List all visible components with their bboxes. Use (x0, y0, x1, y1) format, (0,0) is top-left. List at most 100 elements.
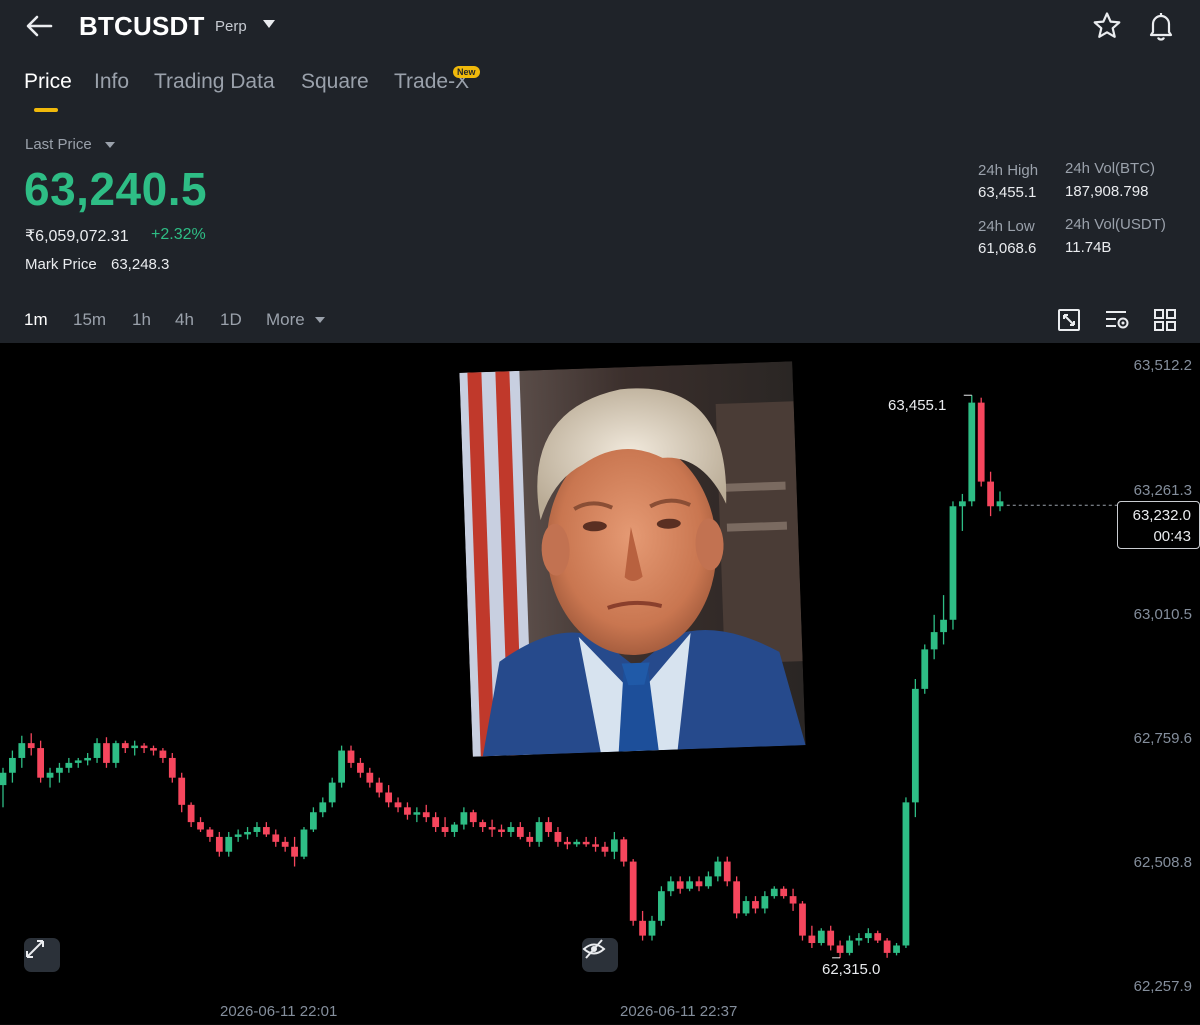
candle-body (940, 619, 947, 633)
candle-body (582, 841, 590, 845)
candle-body (347, 750, 355, 763)
candle-body (789, 896, 797, 904)
current-price-value: 63,232.0 (1132, 507, 1191, 524)
candle-body (930, 632, 938, 650)
candle-body (291, 846, 298, 857)
high-24h-value: 63,455.1 (978, 184, 1037, 201)
interval-1h[interactable]: 1h (132, 310, 151, 330)
high-24h-label: 24h High (978, 162, 1039, 179)
candle-body (328, 782, 336, 803)
vol-usdt-label: 24h Vol(USDT) (1065, 216, 1166, 233)
y-tick-label: 62,759.6 (1133, 730, 1192, 747)
contract-type-label[interactable]: Perp (215, 18, 247, 35)
last-price-label[interactable]: Last Price (25, 136, 92, 153)
candle-body (0, 772, 7, 786)
candle-body (752, 901, 759, 909)
min-price-label: 62,315.0 (822, 961, 881, 978)
interval-1m[interactable]: 1m (24, 310, 48, 330)
candle-body (864, 933, 872, 939)
new-badge: New (453, 66, 480, 78)
candle-body (9, 757, 16, 773)
change-percent: +2.32% (151, 226, 206, 243)
interval-4h[interactable]: 4h (175, 310, 194, 330)
candle-body (592, 844, 599, 847)
vol-btc-label: 24h Vol(BTC) (1065, 160, 1156, 177)
x-tick-label: 2026-06-11 22:01 (220, 1003, 338, 1020)
back-button[interactable] (22, 10, 56, 42)
tab-square[interactable]: Square (301, 70, 369, 94)
candle-body (244, 831, 251, 835)
candle-body (601, 846, 609, 852)
hide-overlay-button[interactable] (582, 938, 618, 972)
vol-btc-value: 187,908.798 (1065, 183, 1149, 200)
candle-body (112, 743, 120, 763)
candle-body (18, 743, 26, 758)
candle-body (272, 834, 280, 842)
candle-body (65, 762, 73, 768)
candle-body (488, 827, 496, 830)
candle-body (56, 767, 63, 773)
candle-body (310, 812, 317, 830)
candle-body (206, 829, 214, 837)
candle-body (827, 930, 835, 946)
interval-1d[interactable]: 1D (220, 310, 242, 330)
candle-body (74, 760, 82, 763)
max-price-label: 63,455.1 (888, 397, 947, 414)
tab-price[interactable]: Price (24, 70, 72, 94)
candle-body (554, 831, 562, 842)
low-24h-value: 61,068.6 (978, 240, 1037, 257)
tab-info[interactable]: Info (94, 70, 129, 94)
candle-body (84, 757, 92, 761)
candle-body (234, 834, 242, 837)
candle-countdown: 00:43 (1153, 528, 1191, 545)
interval-more[interactable]: More (266, 310, 305, 330)
candle-body (742, 901, 750, 914)
alert-button[interactable] (1145, 10, 1177, 42)
symbol-title[interactable]: BTCUSDT (79, 11, 205, 42)
favorite-button[interactable] (1091, 10, 1123, 42)
expand-icon (26, 940, 44, 958)
caret-down-icon[interactable] (104, 140, 116, 150)
candle-body (573, 841, 581, 845)
candle-body (545, 822, 552, 832)
candle-body (131, 745, 139, 749)
candle-body (911, 688, 919, 803)
portrait-photo (459, 361, 806, 757)
candle-body (563, 841, 571, 845)
chart-settings-icon[interactable] (1056, 307, 1082, 333)
candle-body (629, 861, 637, 921)
candle-body (422, 812, 430, 818)
y-tick-label: 62,257.9 (1133, 978, 1192, 995)
candle-body (770, 888, 778, 897)
grid-layout-icon[interactable] (1152, 307, 1178, 333)
candle-body (432, 817, 440, 828)
candlestick-chart[interactable]: 63,512.2 63,261.3 63,010.5 62,759.6 62,5… (0, 343, 1200, 1025)
candle-body (996, 501, 1004, 507)
candle-body (639, 920, 646, 936)
star-icon (1093, 12, 1121, 38)
low-24h-label: 24h Low (978, 218, 1035, 235)
inr-price: ₹6,059,072.31 (25, 228, 129, 245)
vol-usdt-value: 11.74B (1065, 239, 1112, 256)
tab-trading-data[interactable]: Trading Data (154, 70, 275, 94)
caret-down-icon[interactable] (261, 16, 277, 32)
back-arrow-icon (26, 15, 53, 37)
candle-body (498, 829, 505, 832)
candle-body (893, 945, 900, 953)
interval-15m[interactable]: 15m (73, 310, 106, 330)
fullscreen-button[interactable] (24, 938, 60, 972)
candle-body (187, 804, 195, 823)
candle-body (902, 802, 910, 946)
candle-body (648, 920, 656, 936)
bell-icon (1149, 13, 1173, 41)
indicator-settings-icon[interactable] (1104, 307, 1130, 333)
current-price-marker: 63,232.0 00:43 (1117, 501, 1200, 549)
candle-body (667, 881, 675, 892)
candle-body (526, 836, 534, 842)
candle-body (413, 812, 421, 815)
y-tick-label: 63,261.3 (1133, 482, 1192, 499)
candle-body (150, 748, 157, 751)
y-tick-label: 63,010.5 (1133, 606, 1192, 623)
y-tick-label: 62,508.8 (1133, 854, 1192, 871)
caret-down-icon[interactable] (314, 315, 326, 325)
